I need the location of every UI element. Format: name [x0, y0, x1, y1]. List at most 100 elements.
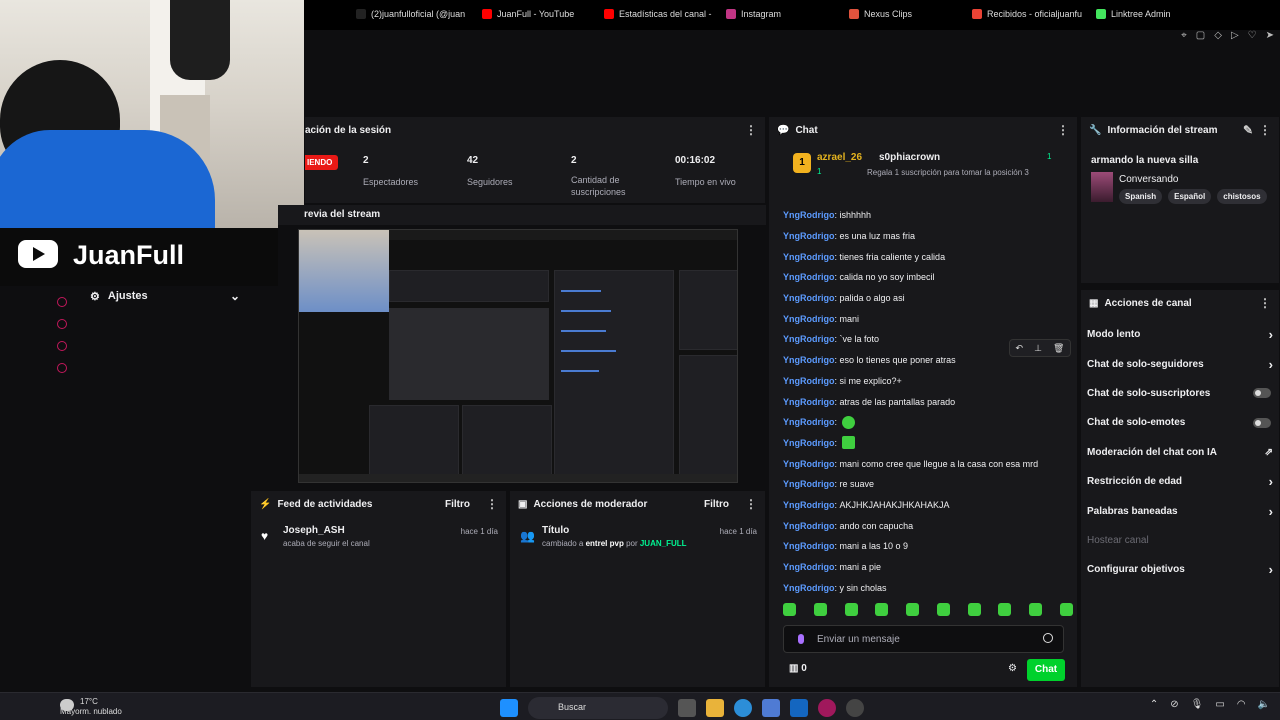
gift-user[interactable]: s0phiacrown: [879, 152, 940, 163]
emote-icon[interactable]: [906, 603, 920, 616]
leader-user[interactable]: azrael_26: [817, 152, 862, 163]
send-chat-button[interactable]: Chat: [1027, 659, 1065, 681]
gear-icon[interactable]: ⚙: [1008, 663, 1017, 674]
channel-action-item[interactable]: Restricción de edad ›: [1081, 467, 1279, 496]
chat-message[interactable]: YngRodrigo: ando con capucha: [783, 515, 1073, 536]
rail-play-icon[interactable]: [57, 297, 67, 307]
microphone-icon[interactable]: 🎙: [1191, 699, 1204, 710]
more-icon[interactable]: ⋮: [745, 497, 757, 511]
chat-username[interactable]: YngRodrigo: [783, 479, 835, 489]
wifi-icon[interactable]: ◠: [1237, 699, 1246, 710]
emote-icon[interactable]: [783, 603, 796, 616]
chat-message[interactable]: YngRodrigo: calida no yo soy imbecil: [783, 267, 1073, 288]
search-box[interactable]: Buscar: [528, 697, 668, 719]
toggle-switch[interactable]: [1253, 417, 1271, 428]
bookmark-item[interactable]: (2)juanfulloficial (@juan: [356, 9, 465, 19]
chevron-up-icon[interactable]: ⌃: [1150, 699, 1158, 710]
stream-category[interactable]: Conversando: [1119, 174, 1178, 185]
chat-message[interactable]: YngRodrigo: ishhhhh: [783, 205, 1073, 226]
edit-icon[interactable]: ✎: [1243, 123, 1253, 137]
chat-message[interactable]: YngRodrigo: es una luz mas fria: [783, 226, 1073, 247]
pin-icon[interactable]: ⌖: [1181, 30, 1187, 46]
bookmark-item[interactable]: JuanFull - YouTube: [482, 9, 574, 19]
microphone-icon[interactable]: [798, 634, 804, 644]
mod-action-item[interactable]: 👥 Título cambiado a entrel pvp por JUAN_…: [510, 525, 765, 565]
more-icon[interactable]: ⋮: [486, 497, 498, 511]
chat-message[interactable]: YngRodrigo: y sin cholas: [783, 577, 1073, 598]
settings-nav-item[interactable]: ⚙ Ajustes ⌄: [90, 289, 240, 303]
channel-action-item[interactable]: Moderación del chat con IA ⇗: [1081, 438, 1279, 467]
heart-icon[interactable]: ♡: [1248, 30, 1257, 46]
chat-message[interactable]: YngRodrigo: re suave: [783, 474, 1073, 495]
bookmark-item[interactable]: Instagram: [726, 9, 781, 19]
rail-clock-icon[interactable]: [57, 319, 67, 329]
task-view-icon[interactable]: [678, 699, 696, 717]
points-display[interactable]: ▥ 0: [789, 663, 807, 674]
stream-preview[interactable]: [278, 225, 766, 487]
filter-button[interactable]: Filtro: [704, 499, 729, 510]
chat-message[interactable]: YngRodrigo: tienes fria caliente y calid…: [783, 246, 1073, 267]
emoji-icon[interactable]: [1043, 633, 1053, 643]
chat-username[interactable]: YngRodrigo: [783, 272, 835, 282]
channel-action-item[interactable]: Modo lento ›: [1081, 320, 1279, 349]
chat-message[interactable]: YngRodrigo: mani a pie: [783, 557, 1073, 578]
chat-message[interactable]: YngRodrigo: mani: [783, 308, 1073, 329]
chat-username[interactable]: YngRodrigo: [783, 541, 835, 551]
chat-message[interactable]: YngRodrigo: mani como cree que llegue a …: [783, 453, 1073, 474]
emote-icon[interactable]: [844, 603, 858, 616]
play-icon[interactable]: ▷: [1231, 30, 1239, 46]
emote-icon[interactable]: [875, 603, 889, 616]
store-icon[interactable]: [762, 699, 780, 717]
emote-icon[interactable]: [813, 603, 827, 616]
chat-username[interactable]: YngRodrigo: [783, 293, 835, 303]
start-icon[interactable]: [500, 699, 518, 717]
rail-chat-icon[interactable]: [57, 341, 67, 351]
chat-username[interactable]: YngRodrigo: [783, 397, 835, 407]
channel-action-item[interactable]: Palabras baneadas ›: [1081, 496, 1279, 525]
volume-icon[interactable]: 🔈: [1258, 699, 1270, 710]
display-icon[interactable]: ▭: [1215, 699, 1224, 710]
channel-action-item[interactable]: Chat de solo-seguidores ›: [1081, 349, 1279, 378]
chat-message[interactable]: YngRodrigo: mani a las 10 o 9: [783, 536, 1073, 557]
chat-message[interactable]: YngRodrigo: si me explico?+: [783, 371, 1073, 392]
emote-icon[interactable]: [1059, 603, 1073, 616]
chat-username[interactable]: YngRodrigo: [783, 459, 835, 469]
rail-settings-icon[interactable]: [57, 363, 67, 373]
emote-icon[interactable]: [936, 603, 950, 616]
chat-username[interactable]: YngRodrigo: [783, 210, 835, 220]
chat-username[interactable]: YngRodrigo: [783, 521, 835, 531]
channel-action-item[interactable]: Chat de solo-emotes: [1081, 408, 1279, 437]
more-icon[interactable]: ⋮: [745, 123, 757, 137]
send-icon[interactable]: ➤: [1266, 30, 1274, 46]
tag[interactable]: Español: [1168, 189, 1212, 204]
bookmark-item[interactable]: Estadísticas del canal -: [604, 9, 712, 19]
pin-icon[interactable]: ⊥: [1034, 343, 1042, 354]
chat-username[interactable]: YngRodrigo: [783, 583, 835, 593]
opera-icon[interactable]: [818, 699, 836, 717]
mail-icon[interactable]: [790, 699, 808, 717]
chat-username[interactable]: YngRodrigo: [783, 562, 835, 572]
chat-message[interactable]: YngRodrigo:: [783, 412, 1073, 433]
tag[interactable]: Spanish: [1119, 189, 1163, 204]
emote-icon[interactable]: [967, 603, 981, 616]
emote-icon[interactable]: [998, 603, 1012, 616]
chat-username[interactable]: YngRodrigo: [783, 417, 835, 427]
more-icon[interactable]: ⋮: [1259, 296, 1271, 310]
folder-icon[interactable]: [706, 699, 724, 717]
tag[interactable]: chistosos: [1217, 189, 1267, 204]
chat-input[interactable]: Enviar un mensaje: [783, 625, 1064, 653]
chat-username[interactable]: YngRodrigo: [783, 376, 835, 386]
chat-username[interactable]: YngRodrigo: [783, 438, 835, 448]
more-icon[interactable]: ⋮: [1057, 123, 1069, 137]
more-icon[interactable]: ⋮: [1259, 123, 1271, 137]
toggle-switch[interactable]: [1253, 388, 1271, 399]
chat-message[interactable]: YngRodrigo: atras de las pantallas parad…: [783, 391, 1073, 412]
feed-item[interactable]: ♥ Joseph_ASH acaba de seguir el canal ha…: [251, 525, 506, 565]
chat-username[interactable]: YngRodrigo: [783, 500, 835, 510]
chat-username[interactable]: YngRodrigo: [783, 252, 835, 262]
chat-username[interactable]: YngRodrigo: [783, 355, 835, 365]
chat-message[interactable]: YngRodrigo: AKJHKJAHAKJHKAHAKJA: [783, 495, 1073, 516]
channel-action-item[interactable]: Configurar objetivos ›: [1081, 555, 1279, 584]
emote-icon[interactable]: [1029, 603, 1043, 616]
chat-username[interactable]: YngRodrigo: [783, 314, 835, 324]
